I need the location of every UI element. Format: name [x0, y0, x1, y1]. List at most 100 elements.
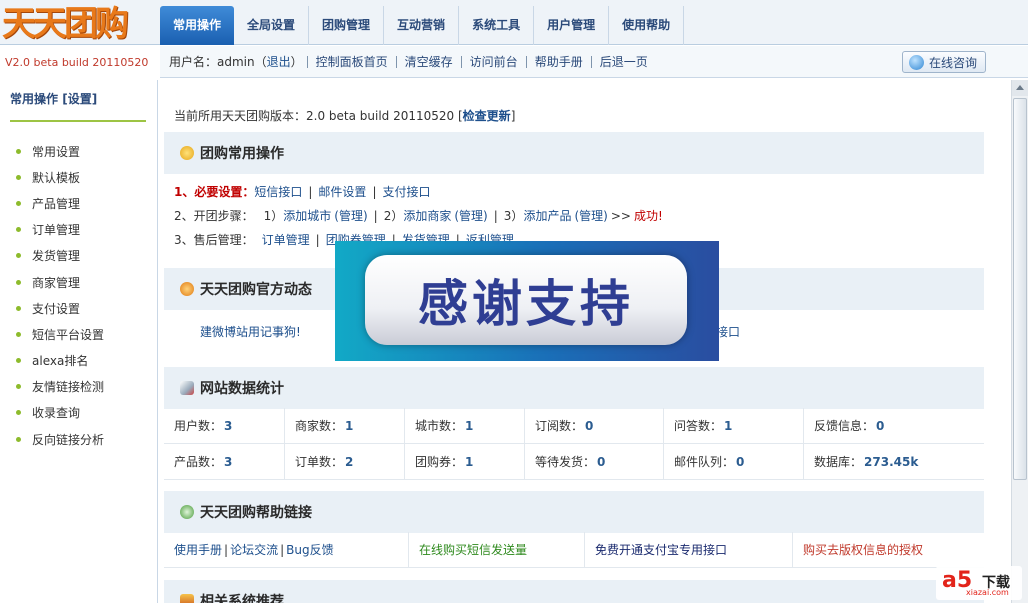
main-nav: 常用操作 全局设置 团购管理 互动营销 系统工具 用户管理 使用帮助	[160, 6, 685, 45]
sidebar-item-label: 产品管理	[32, 196, 81, 211]
ops-row-required: 1、必要设置： 短信接口 | 邮件设置 | 支付接口	[174, 183, 431, 200]
nav-tab-marketing[interactable]: 互动营销	[384, 6, 460, 45]
sidebar-item-backlink-analysis[interactable]: 反向链接分析	[16, 426, 104, 452]
stat-feedback: 反馈信息： 0	[814, 418, 885, 434]
check-update-link[interactable]: 检查更新	[463, 109, 511, 123]
section-title: 天天团购帮助链接	[200, 505, 312, 521]
ops-row-steps: 2、开团步骤： 1） 添加城市 (管理) | 2） 添加商家 (管理) | 3） 添…	[174, 207, 663, 224]
nav-tab-global-settings[interactable]: 全局设置	[234, 6, 310, 45]
section-header-stats: 网站数据统计	[164, 367, 984, 409]
logout-link[interactable]: 退出	[267, 53, 291, 70]
sidebar-item-alexa[interactable]: alexa排名	[16, 348, 104, 374]
stat-cities: 城市数： 1	[405, 408, 525, 443]
sidebar-item-label: 默认模板	[32, 170, 81, 185]
scrollbar-thumb[interactable]	[1013, 98, 1027, 480]
version-info-text: 当前所用天天团购版本：2.0 beta build 20110520 [	[174, 109, 463, 123]
manage-product-link[interactable]: (管理)	[574, 207, 607, 224]
bullet-icon	[16, 384, 21, 390]
buy-license-link[interactable]: 购买去版权信息的授权	[803, 541, 923, 558]
user-manual-link[interactable]: 使用手册	[174, 541, 222, 558]
stat-merchants: 商家数： 1	[285, 408, 405, 443]
add-city-link[interactable]: 添加城市	[283, 207, 331, 224]
sidebar-item-default-template[interactable]: 默认模板	[16, 164, 104, 190]
version-info-close: ]	[510, 109, 516, 123]
app-logo: 天天团购	[2, 4, 129, 44]
help-cell-support: 使用手册 | 论坛交流 | Bug反馈	[164, 532, 409, 567]
bullet-icon	[16, 436, 21, 442]
sidebar-item-sms-platform[interactable]: 短信平台设置	[16, 321, 104, 347]
stat-orders: 订单数： 2	[285, 444, 405, 479]
add-product-link[interactable]: 添加产品	[523, 207, 571, 224]
sidebar-item-shipping[interactable]: 发货管理	[16, 243, 104, 269]
sidebar-item-payment[interactable]: 支付设置	[16, 295, 104, 321]
stat-qa: 问答数： 1	[664, 408, 804, 443]
step-number: 2）	[383, 209, 404, 223]
ops-row-label: 1、必要设置：	[174, 185, 255, 199]
sidebar-item-label: 发货管理	[32, 249, 81, 264]
order-manage-link[interactable]: 订单管理	[262, 231, 310, 248]
buy-sms-link[interactable]: 在线购买短信发送量	[419, 541, 527, 558]
stat-products: 产品数： 3	[164, 444, 285, 479]
stats-row: 用户数： 3 商家数： 1 城市数： 1 订阅数： 0 问答数： 1 反馈信息： 0	[164, 408, 984, 444]
nav-tab-groupbuy-manage[interactable]: 团购管理	[309, 6, 385, 45]
sidebar-item-label: 友情链接检测	[32, 380, 105, 395]
watermark-sub: xiazai.com	[966, 588, 1009, 597]
news-row-right: 接口	[716, 323, 740, 340]
clear-cache-link[interactable]: 清空缓存	[395, 55, 461, 68]
sidebar-item-friendlink-check[interactable]: 友情链接检测	[16, 374, 104, 400]
version-info: 当前所用天天团购版本：2.0 beta build 20110520 [检查更新…	[174, 107, 515, 124]
nav-tab-help[interactable]: 使用帮助	[609, 6, 685, 45]
sidebar-settings-link[interactable]: [设置]	[62, 92, 97, 106]
alipay-interface-link[interactable]: 免费开通支付宝专用接口	[595, 541, 727, 558]
add-merchant-link[interactable]: 添加商家	[403, 207, 451, 224]
stat-database: 数据库： 273.45k	[814, 454, 919, 470]
mail-settings-link[interactable]: 邮件设置	[318, 183, 366, 200]
online-consult-button[interactable]: 在线咨询	[901, 51, 986, 73]
news-item-link[interactable]: 建微博站用记事狗!	[200, 323, 301, 340]
sidebar-item-merchants[interactable]: 商家管理	[16, 269, 104, 295]
sidebar-item-label: 商家管理	[32, 275, 81, 290]
chart-icon	[180, 381, 194, 395]
manage-city-link[interactable]: (管理)	[334, 207, 367, 224]
sidebar-item-common-settings[interactable]: 常用设置	[16, 138, 104, 164]
sms-interface-link[interactable]: 短信接口	[254, 183, 302, 200]
sidebar-item-products[interactable]: 产品管理	[16, 190, 104, 216]
globe-icon	[180, 505, 194, 519]
sidebar-title: 常用操作 [设置]	[10, 90, 97, 107]
forum-link[interactable]: 论坛交流	[230, 541, 278, 558]
scroll-up-button[interactable]	[1012, 80, 1028, 96]
bullet-icon	[16, 253, 21, 259]
sidebar-item-index-query[interactable]: 收录查询	[16, 400, 104, 426]
bug-feedback-link[interactable]: Bug反馈	[286, 541, 333, 558]
top-header: 天天团购 常用操作 全局设置 团购管理 互动营销 系统工具 用户管理 使用帮助	[0, 0, 1028, 45]
nav-tab-common[interactable]: 常用操作	[160, 6, 235, 45]
thanks-banner-text: 感谢支持	[365, 255, 687, 345]
stat-users: 用户数： 3	[164, 408, 285, 443]
help-cell-sms: 在线购买短信发送量	[409, 532, 585, 567]
stat-pending-shipping: 等待发货： 0	[525, 444, 664, 479]
trophy-icon	[180, 594, 194, 603]
sidebar-item-label: alexa排名	[32, 354, 89, 369]
help-cell-license: 购买去版权信息的授权	[793, 532, 984, 567]
sidebar-item-orders[interactable]: 订单管理	[16, 217, 104, 243]
bullet-icon	[16, 200, 21, 206]
stats-row: 产品数： 3 订单数： 2 团购券： 1 等待发货： 0 邮件队列： 0 数据库： 273.…	[164, 444, 984, 480]
nav-tab-system-tools[interactable]: 系统工具	[459, 6, 535, 45]
bullet-icon	[16, 174, 21, 180]
sub-toolbar: 用户名：admin（ 退出 ） 控制面板首页 清空缓存 访问前台 帮助手册 后退…	[160, 46, 1028, 78]
bullet-icon	[16, 148, 21, 154]
bullet-icon	[16, 331, 21, 337]
payment-interface-link[interactable]: 支付接口	[382, 183, 430, 200]
go-back-link[interactable]: 后退一页	[590, 55, 656, 68]
news-item-link[interactable]: 接口	[716, 323, 740, 340]
section-title: 天天团购官方动态	[200, 282, 312, 298]
section-header-help: 天天团购帮助链接	[164, 491, 984, 533]
visit-frontend-link[interactable]: 访问前台	[460, 55, 526, 68]
manage-merchant-link[interactable]: (管理)	[454, 207, 487, 224]
control-panel-link[interactable]: 控制面板首页	[306, 55, 396, 68]
nav-tab-user-manage[interactable]: 用户管理	[534, 6, 610, 45]
bullet-icon	[16, 227, 21, 233]
sidebar-title-text: 常用操作	[10, 92, 59, 106]
help-manual-link[interactable]: 帮助手册	[525, 55, 591, 68]
bullet-icon	[16, 358, 21, 364]
